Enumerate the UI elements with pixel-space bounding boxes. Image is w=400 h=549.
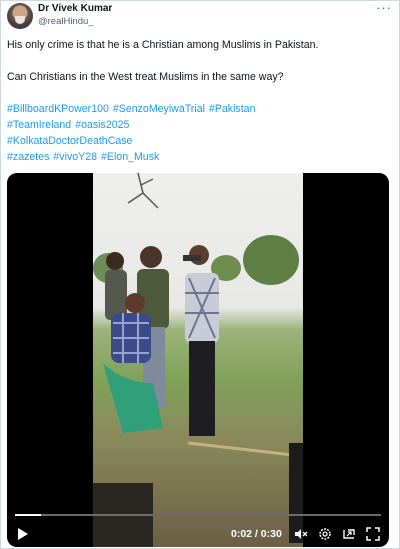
video-progress-fill <box>15 514 41 516</box>
hashtag-line: #TeamIreland #oasis2025 <box>7 117 259 133</box>
avatar[interactable] <box>7 3 33 29</box>
author-name[interactable]: Dr Vivek Kumar <box>38 3 112 14</box>
tweet-text-line-2: Can Christians in the West treat Muslims… <box>7 71 284 83</box>
hashtag-link[interactable]: #oasis2025 <box>75 119 129 131</box>
hashtag-line: #KolkataDoctorDeathCase <box>7 133 259 149</box>
hashtag-link[interactable]: #KolkataDoctorDeathCase <box>7 135 132 147</box>
hashtag-link[interactable]: #SenzoMeyiwaTrial <box>113 103 205 115</box>
video-controls: 0:02 / 0:30 <box>7 523 389 547</box>
hashtag-link[interactable]: #BillboardKPower100 <box>7 103 109 115</box>
play-icon[interactable] <box>18 528 28 540</box>
video-time: 0:02 / 0:30 <box>231 528 282 540</box>
hashtag-link[interactable]: #Pakistan <box>209 103 256 115</box>
volume-muted-icon[interactable] <box>294 527 308 541</box>
picture-in-picture-icon[interactable] <box>342 527 356 541</box>
video-player[interactable]: 0:02 / 0:30 <box>7 173 389 547</box>
fullscreen-icon[interactable] <box>366 527 380 541</box>
video-frame <box>93 173 303 547</box>
hashtag-line: #zazetes #vivoY28 #Elon_Musk <box>7 149 259 165</box>
hashtags: #BillboardKPower100 #SenzoMeyiwaTrial #Pak… <box>7 101 259 165</box>
settings-gear-icon[interactable] <box>318 527 332 541</box>
hashtag-link[interactable]: #vivoY28 <box>53 151 97 163</box>
hashtag-line: #BillboardKPower100 #SenzoMeyiwaTrial #Pak… <box>7 101 259 117</box>
video-progress-bar[interactable] <box>15 514 381 516</box>
hashtag-link[interactable]: #zazetes <box>7 151 49 163</box>
author-handle[interactable]: @realHindu_ <box>38 16 94 27</box>
hashtag-link[interactable]: #TeamIreland <box>7 119 71 131</box>
more-options-icon[interactable]: ··· <box>376 0 392 15</box>
tweet-text-line-1: His only crime is that he is a Christian… <box>7 39 319 51</box>
hashtag-link[interactable]: #Elon_Musk <box>101 151 159 163</box>
